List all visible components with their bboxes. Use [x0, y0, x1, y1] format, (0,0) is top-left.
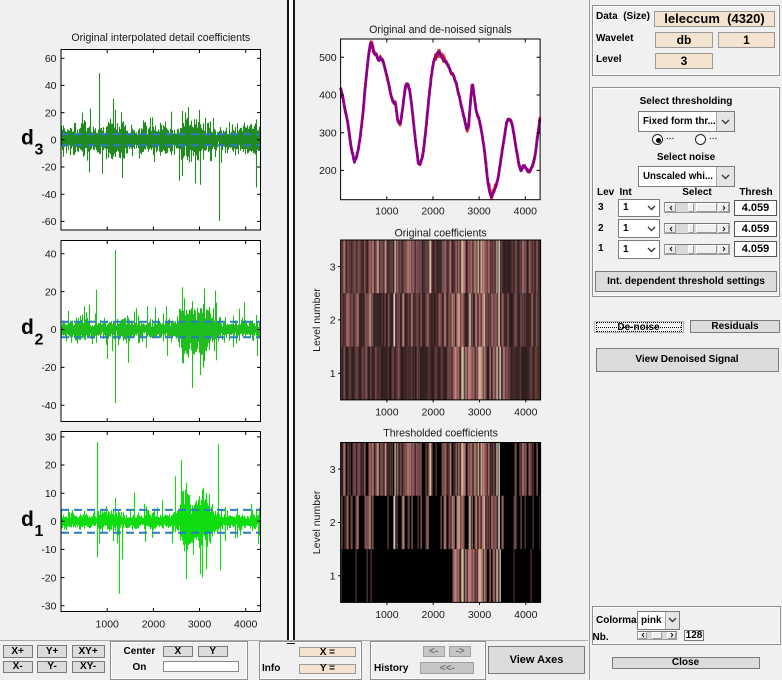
svg-text:4000: 4000 [514, 407, 538, 419]
svg-text:-20: -20 [41, 572, 56, 584]
svg-text:-20: -20 [41, 162, 56, 174]
svg-text:3000: 3000 [467, 206, 491, 218]
svg-text:Original interpolated detail c: Original interpolated detail coefficient… [71, 32, 250, 44]
svg-text:3: 3 [330, 261, 336, 273]
svg-text:3000: 3000 [188, 618, 212, 630]
svg-text:3000: 3000 [468, 609, 492, 621]
svg-text:2000: 2000 [422, 407, 446, 419]
svg-text:2000: 2000 [142, 618, 166, 630]
svg-text:0: 0 [51, 516, 57, 528]
svg-text:200: 200 [319, 165, 337, 177]
svg-text:2: 2 [330, 517, 336, 529]
svg-text:2000: 2000 [422, 609, 446, 621]
svg-text:-40: -40 [41, 400, 56, 412]
svg-text:Thresholded coefficients: Thresholded coefficients [383, 428, 498, 440]
svg-text:2000: 2000 [421, 206, 445, 218]
svg-text:1000: 1000 [375, 206, 399, 218]
svg-text:-40: -40 [41, 189, 56, 201]
svg-text:4000: 4000 [514, 609, 538, 621]
svg-text:4000: 4000 [514, 206, 538, 218]
svg-text:300: 300 [319, 127, 337, 139]
svg-text:20: 20 [45, 107, 57, 119]
svg-text:1000: 1000 [96, 618, 120, 630]
svg-text:10: 10 [45, 488, 57, 500]
svg-text:-10: -10 [41, 544, 56, 556]
svg-text:2: 2 [35, 331, 44, 348]
svg-text:3: 3 [330, 464, 336, 476]
svg-text:500: 500 [319, 52, 337, 64]
svg-text:1000: 1000 [375, 407, 399, 419]
svg-text:1: 1 [35, 523, 44, 540]
svg-text:400: 400 [319, 90, 337, 102]
svg-text:3: 3 [35, 142, 44, 159]
svg-text:40: 40 [45, 80, 57, 92]
svg-text:20: 20 [45, 286, 57, 298]
svg-text:Original coefficients: Original coefficients [394, 227, 486, 239]
svg-text:1000: 1000 [375, 609, 399, 621]
svg-text:0: 0 [51, 324, 57, 336]
svg-text:-60: -60 [41, 216, 56, 228]
svg-text:d: d [21, 126, 34, 149]
svg-text:1: 1 [330, 571, 336, 583]
svg-text:Level number: Level number [311, 490, 323, 554]
svg-text:0: 0 [51, 135, 57, 147]
svg-text:2: 2 [330, 315, 336, 327]
svg-text:d: d [21, 508, 34, 531]
svg-text:-30: -30 [41, 600, 56, 612]
svg-text:20: 20 [45, 460, 57, 472]
svg-text:60: 60 [45, 53, 57, 65]
svg-text:1: 1 [330, 368, 336, 380]
svg-text:3000: 3000 [468, 407, 492, 419]
svg-text:d: d [21, 316, 34, 339]
svg-text:30: 30 [45, 432, 57, 444]
svg-text:4000: 4000 [234, 618, 258, 630]
svg-text:40: 40 [45, 248, 57, 260]
svg-text:Original and de-noised signals: Original and de-noised signals [369, 24, 512, 36]
svg-text:Level number: Level number [311, 288, 323, 352]
svg-text:-20: -20 [41, 362, 56, 374]
